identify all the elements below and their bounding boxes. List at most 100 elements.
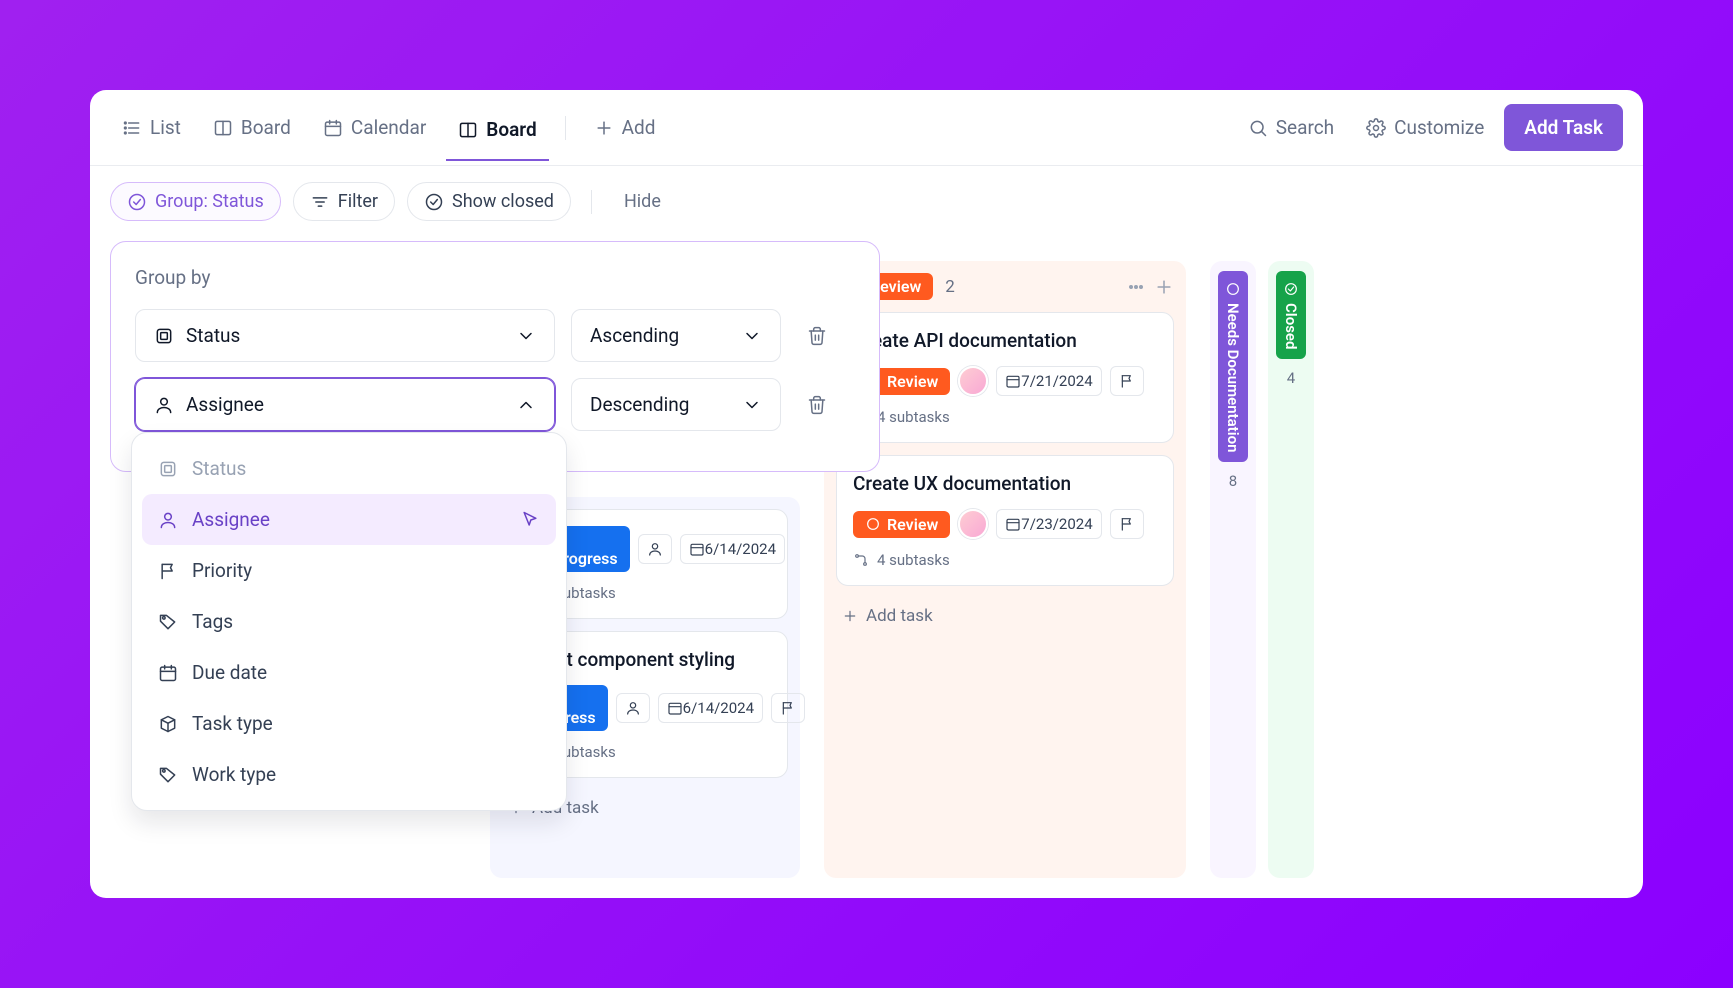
assignee-chip[interactable] — [638, 534, 672, 564]
column-header: Review 2 — [836, 273, 1174, 300]
add-task-link[interactable]: Add task — [836, 598, 1174, 634]
delete-group-button[interactable] — [797, 316, 837, 356]
dropdown-option-status[interactable]: Status — [142, 443, 556, 494]
main-area: Group by Status Ascending Ass — [90, 237, 1643, 898]
customize-button[interactable]: Customize — [1354, 108, 1496, 147]
dropdown-option-duedate[interactable]: Due date — [142, 647, 556, 698]
subtask-icon — [853, 552, 869, 568]
view-tab-label: Board — [486, 118, 536, 141]
plus-icon[interactable] — [1154, 277, 1174, 297]
select-value: Status — [186, 324, 504, 347]
task-title: Create UX documentation — [853, 472, 1157, 495]
dropdown-option-label: Assignee — [192, 508, 506, 531]
app-window: List Board Calendar Board Add Search Cus… — [90, 90, 1643, 898]
view-tab-list[interactable]: List — [110, 108, 193, 147]
view-tab-board-active[interactable]: Board — [446, 110, 548, 161]
dropdown-option-label: Priority — [192, 559, 540, 582]
progress-icon — [865, 516, 881, 532]
dropdown-option-assignee[interactable]: Assignee — [142, 494, 556, 545]
hide-button[interactable]: Hide — [612, 183, 673, 220]
select-value: Assignee — [186, 393, 504, 416]
column-collapsed-needs-documentation[interactable]: Needs Documentation 8 — [1210, 261, 1256, 878]
flag-chip[interactable] — [1110, 509, 1144, 539]
dropdown-option-priority[interactable]: Priority — [142, 545, 556, 596]
gear-icon — [1366, 118, 1386, 138]
groupby-order-select-ascending[interactable]: Ascending — [571, 309, 781, 362]
dropdown-option-label: Work type — [192, 763, 540, 786]
date-chip[interactable]: 7/23/2024 — [996, 509, 1101, 539]
list-icon — [122, 118, 142, 138]
view-tab-calendar[interactable]: Calendar — [311, 108, 438, 147]
add-view-label: Add — [622, 116, 656, 139]
calendar-icon — [158, 663, 178, 683]
column-collapsed-closed[interactable]: Closed 4 — [1268, 261, 1314, 878]
chevron-up-icon — [516, 395, 536, 415]
flag-icon — [780, 700, 796, 716]
view-tab-board-1[interactable]: Board — [201, 108, 303, 147]
person-icon — [647, 541, 663, 557]
check-icon — [1283, 281, 1299, 297]
person-icon — [625, 700, 641, 716]
subtasks-count: 4 subtasks — [853, 551, 1157, 569]
date-chip[interactable]: 7/21/2024 — [996, 366, 1101, 396]
dropdown-option-tasktype[interactable]: Task type — [142, 698, 556, 749]
show-closed-pill[interactable]: Show closed — [407, 182, 571, 221]
dropdown-option-label: Tags — [192, 610, 540, 633]
status-badge: Review — [853, 511, 950, 538]
chevron-down-icon — [742, 326, 762, 346]
filter-pill[interactable]: Filter — [293, 182, 395, 221]
person-icon — [154, 395, 174, 415]
calendar-icon — [323, 118, 343, 138]
view-tab-label: List — [150, 116, 181, 139]
trash-icon — [807, 395, 827, 415]
cursor-icon — [520, 510, 540, 530]
search-button[interactable]: Search — [1236, 108, 1346, 147]
date-chip[interactable]: 6/14/2024 — [680, 534, 785, 564]
avatar[interactable] — [958, 366, 988, 396]
flag-icon — [158, 561, 178, 581]
check-circle-icon — [424, 192, 444, 212]
flag-icon — [1119, 373, 1135, 389]
add-view-button[interactable]: Add — [582, 108, 668, 147]
view-tab-label: Board — [241, 116, 291, 139]
calendar-icon — [1005, 373, 1021, 389]
status-badge-vertical: Closed — [1276, 271, 1306, 359]
select-value: Ascending — [590, 324, 730, 347]
divider — [565, 116, 566, 140]
popover-title: Group by — [135, 266, 855, 289]
chevron-down-icon — [516, 326, 536, 346]
plus-icon — [842, 608, 858, 624]
calendar-icon — [1005, 516, 1021, 532]
flag-chip[interactable] — [1110, 366, 1144, 396]
date-chip[interactable]: 6/14/2024 — [658, 693, 763, 723]
avatar[interactable] — [958, 509, 988, 539]
groupby-order-select-descending[interactable]: Descending — [571, 378, 781, 431]
groupby-field-select-status[interactable]: Status — [135, 309, 555, 362]
add-task-button[interactable]: Add Task — [1504, 104, 1623, 151]
dropdown-option-worktype[interactable]: Work type — [142, 749, 556, 800]
group-pill[interactable]: Group: Status — [110, 182, 281, 221]
task-card[interactable]: Create UX documentation Review 7/23/2024… — [836, 455, 1174, 586]
assignee-chip[interactable] — [616, 693, 650, 723]
dropdown-option-tags[interactable]: Tags — [142, 596, 556, 647]
delete-group-button[interactable] — [797, 385, 837, 425]
column-count: 2 — [945, 277, 955, 297]
customize-label: Customize — [1394, 116, 1484, 139]
tag-icon — [158, 765, 178, 785]
person-icon — [158, 510, 178, 530]
groupby-field-select-assignee[interactable]: Assignee — [135, 378, 555, 431]
show-closed-label: Show closed — [452, 191, 554, 212]
subtasks-count: 4 subtasks — [853, 408, 1157, 426]
flag-chip[interactable] — [771, 693, 805, 723]
search-label: Search — [1276, 116, 1334, 139]
task-card[interactable]: Create API documentation Review 7/21/202… — [836, 312, 1174, 443]
column-count: 8 — [1229, 472, 1237, 490]
groupby-field-dropdown: Status Assignee Priority Tags Due — [131, 432, 567, 811]
tag-icon — [158, 612, 178, 632]
calendar-icon — [667, 700, 683, 716]
more-icon[interactable] — [1126, 277, 1146, 297]
divider — [591, 190, 592, 214]
groupby-popover: Group by Status Ascending Ass — [110, 241, 880, 472]
select-value: Descending — [590, 393, 730, 416]
filter-pill-label: Filter — [338, 191, 378, 212]
